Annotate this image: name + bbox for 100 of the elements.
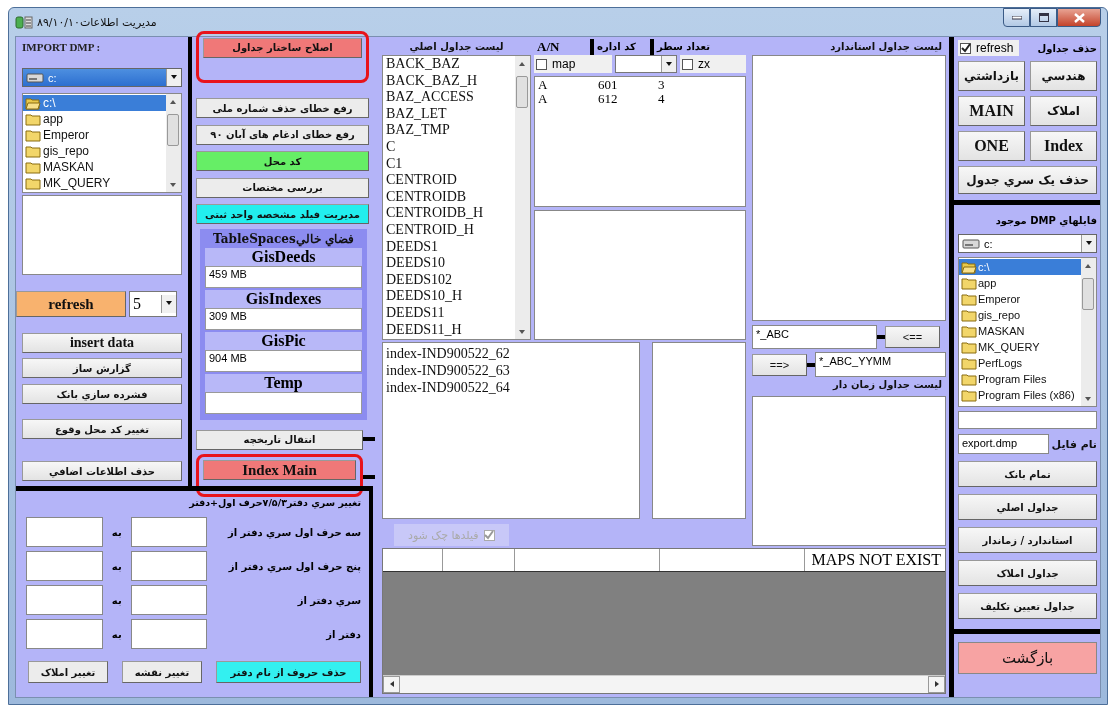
list-item[interactable]: BAZ_LET: [383, 105, 515, 123]
import-action-button[interactable]: حذف اطلاعات اضافي: [22, 461, 182, 481]
from-field[interactable]: [130, 551, 208, 581]
import-action-button[interactable]: فشرده سازي بانک: [22, 384, 182, 404]
pattern-field[interactable]: *_ABC_YYMM: [815, 352, 946, 377]
series-action-button[interactable]: تغيير املاک: [28, 661, 108, 683]
import-action-button[interactable]: گزارش ساز: [22, 358, 182, 378]
folder-item[interactable]: gis_repo: [959, 307, 1081, 323]
list-item[interactable]: BACK_BAZ_H: [383, 72, 515, 90]
tool-button[interactable]: بررسی مختصات: [196, 177, 369, 198]
folder-item[interactable]: c:\: [959, 259, 1081, 275]
to-field[interactable]: [26, 517, 103, 547]
file-list[interactable]: [22, 195, 182, 275]
import-action-button[interactable]: insert data: [22, 333, 182, 353]
folder-item[interactable]: MASKAN: [23, 159, 166, 175]
export-button[interactable]: استاندارد / زماندار: [958, 527, 1097, 553]
export-button[interactable]: جداول اصلي: [958, 494, 1097, 520]
index-list[interactable]: index-IND900522_62 index-IND900522_63 index-IND900522_64: [382, 342, 640, 519]
import-action-button[interactable]: تغيير کد محل وقوع: [22, 419, 182, 439]
list-item[interactable]: index-IND900522_62: [383, 346, 639, 364]
office-list[interactable]: A 601 3 A 612 4: [534, 76, 746, 207]
size-field[interactable]: 904 MB: [205, 350, 362, 372]
list-item[interactable]: C1: [383, 155, 515, 173]
scroll-thumb[interactable]: [1082, 278, 1094, 310]
list-item[interactable]: BACK_BAZ: [383, 56, 515, 73]
folder-item[interactable]: c:\: [23, 95, 166, 111]
list-item[interactable]: DEEDS10_H: [383, 288, 515, 305]
list-box[interactable]: [652, 342, 746, 519]
table-list[interactable]: BACK_BAZ BACK_BAZ_H BAZ_ACCESS BAZ_LET BAZ_TMP C C1 CENTROID CENTROIDB CENTROIDB_H CENTROID_H DEEDS1 DEEDS10 DEEDS102 DEEDS10_H DEEDS11 DEEDS11_H: [382, 55, 531, 341]
folder-item[interactable]: Program Files: [959, 371, 1081, 387]
pattern-field[interactable]: *_ABC: [752, 324, 877, 349]
folder-item[interactable]: Emperor: [959, 291, 1081, 307]
list-item[interactable]: CENTROIDB: [383, 188, 515, 206]
list-item[interactable]: CENTROID: [383, 172, 515, 189]
move-left-button[interactable]: <==: [885, 325, 940, 348]
to-field[interactable]: [26, 585, 103, 615]
series-action-button[interactable]: تغيير نقشه: [122, 661, 202, 683]
export-button[interactable]: جداول تعیین تکلیف: [958, 593, 1097, 619]
tool-button[interactable]: مدیریت فیلد مشخصه واحد ثبتی: [196, 204, 369, 224]
minimize-button[interactable]: [1003, 8, 1030, 27]
scrollbar[interactable]: [515, 56, 530, 340]
checkbox[interactable]: refresh: [958, 40, 1020, 56]
history-button[interactable]: انتقال تاریخچه: [196, 429, 363, 450]
folder-list[interactable]: c:\ app Emperor gis_repo MASKAN MK_QUERY: [22, 93, 182, 193]
list-item[interactable]: DEEDS10: [383, 255, 515, 272]
back-button[interactable]: بازگشت: [958, 642, 1097, 674]
scrollbar[interactable]: [1081, 258, 1096, 406]
list-item[interactable]: CENTROIDB_H: [383, 205, 515, 222]
from-field[interactable]: [130, 517, 208, 547]
folder-item[interactable]: app: [23, 111, 166, 127]
list-item[interactable]: DEEDS102: [383, 271, 515, 289]
scrollbar[interactable]: [166, 94, 181, 192]
list-item[interactable]: CENTROID_H: [383, 221, 515, 239]
tool-button[interactable]: رفع خطای حذف شماره ملی: [196, 98, 369, 118]
checkbox[interactable]: map: [534, 55, 612, 73]
refresh-button[interactable]: refresh: [16, 291, 126, 317]
series-action-button[interactable]: حذف حروف از نام دفتر: [216, 661, 361, 683]
scroll-thumb[interactable]: [516, 76, 528, 108]
office-dropdown[interactable]: [615, 55, 677, 73]
maximize-button[interactable]: [1030, 8, 1057, 27]
export-button[interactable]: جداول املاک: [958, 560, 1097, 586]
scroll-thumb[interactable]: [167, 114, 179, 146]
export-button[interactable]: تمام بانک: [958, 461, 1097, 487]
folder-item[interactable]: Program Files (x86): [959, 387, 1081, 403]
size-field[interactable]: [205, 392, 362, 414]
folder-item[interactable]: Emperor: [23, 127, 166, 143]
scroll-right-icon[interactable]: [928, 676, 945, 693]
size-field[interactable]: 309 MB: [205, 308, 362, 330]
delete-table-button[interactable]: ONE: [958, 131, 1025, 161]
close-button[interactable]: [1057, 8, 1101, 27]
dated-table-list[interactable]: [752, 396, 946, 546]
delete-table-button[interactable]: Index: [1030, 131, 1097, 161]
interval-dropdown[interactable]: 5: [129, 291, 177, 317]
folder-item[interactable]: MK_QUERY: [959, 339, 1081, 355]
list-item[interactable]: C: [383, 138, 515, 156]
from-field[interactable]: [130, 585, 208, 615]
to-field[interactable]: [26, 619, 103, 649]
drive-dropdown[interactable]: c:: [958, 234, 1097, 253]
scrollbar[interactable]: [383, 675, 945, 693]
list-item[interactable]: DEEDS11: [383, 304, 515, 322]
from-field[interactable]: [130, 619, 208, 649]
folder-list[interactable]: c:\ app Emperor gis_repo MASKAN MK_QUERY PerfLogs Program Files Program Files (x86): [958, 257, 1097, 407]
list-item[interactable]: BAZ_ACCESS: [383, 89, 515, 106]
checkbox[interactable]: zx: [680, 55, 746, 73]
folder-item[interactable]: PerfLogs: [959, 355, 1081, 371]
delete-table-button[interactable]: بازداشتي: [958, 61, 1025, 91]
path-field[interactable]: [958, 411, 1097, 429]
delete-table-button[interactable]: املاک: [1030, 96, 1097, 126]
drive-dropdown[interactable]: c:: [22, 68, 182, 87]
delete-table-button[interactable]: MAIN: [958, 96, 1025, 126]
list-box[interactable]: [534, 210, 746, 341]
list-item[interactable]: DEEDS11_H: [383, 321, 515, 339]
tool-button[interactable]: اصلاح ساختار جداول: [203, 37, 362, 58]
size-field[interactable]: 459 MB: [205, 266, 362, 288]
delete-table-button[interactable]: هندسي: [1030, 61, 1097, 91]
list-item[interactable]: DEEDS1: [383, 238, 515, 256]
scroll-left-icon[interactable]: [383, 676, 400, 693]
tool-button[interactable]: کد محل: [196, 151, 369, 171]
list-item[interactable]: BAZ_TMP: [383, 122, 515, 139]
folder-item[interactable]: gis_repo: [23, 143, 166, 159]
